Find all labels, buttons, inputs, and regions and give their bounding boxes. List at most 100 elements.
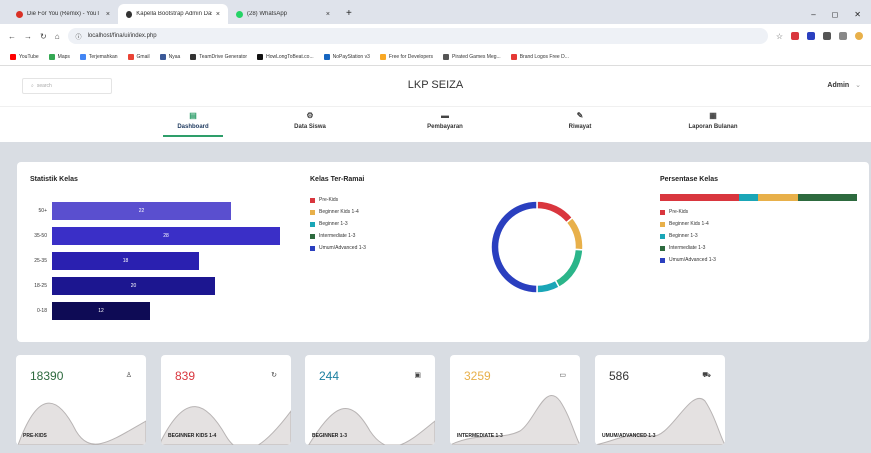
bookmark-item[interactable]: Pirated Games Meg... bbox=[443, 53, 501, 60]
url-field[interactable]: ⓘ localhost/fina/ui/index.php bbox=[67, 28, 768, 44]
wave-area bbox=[161, 406, 291, 445]
tab-data-siswa[interactable]: ⚙ Data Siswa bbox=[260, 111, 360, 130]
site-info-icon[interactable]: ⓘ bbox=[76, 32, 82, 41]
profile-avatar[interactable] bbox=[855, 32, 863, 40]
cart-icon: ⛟ bbox=[702, 372, 711, 379]
tab-favicon-icon bbox=[16, 10, 23, 18]
maximize-icon[interactable]: ◻ bbox=[832, 10, 839, 19]
bookmark-item[interactable]: Brand Logos Free D... bbox=[510, 53, 569, 60]
user-menu[interactable]: Admin ⌄ bbox=[827, 81, 861, 89]
bar-row: 18-25 20 bbox=[17, 277, 287, 295]
window-controls: – ◻ ✕ bbox=[811, 4, 871, 24]
percentage-segment bbox=[797, 194, 857, 201]
persentase-title: Persentase Kelas bbox=[660, 176, 718, 183]
report-icon: ▦ bbox=[709, 111, 717, 120]
back-icon[interactable]: ← bbox=[8, 32, 16, 41]
bookmark-item[interactable]: NoPayStation v3 bbox=[323, 53, 370, 60]
forward-icon[interactable]: → bbox=[24, 32, 32, 41]
extensions-bar: ☆ bbox=[776, 32, 863, 41]
tab-title: Kapella Bootstrap Admin Dashb bbox=[136, 11, 212, 17]
legend-swatch bbox=[310, 209, 315, 215]
bookmark-item[interactable]: TeamDrive Generator bbox=[190, 53, 247, 60]
tab-laporan-bulanan[interactable]: ▦ Laporan Bulanan bbox=[663, 111, 763, 130]
document-icon: ▣ bbox=[414, 372, 421, 379]
history-icon: ✎ bbox=[576, 111, 584, 120]
bookmark-label: Maps bbox=[57, 53, 70, 60]
bookmark-item[interactable]: Terjemahkan bbox=[79, 53, 118, 60]
stat-value: 244 bbox=[319, 369, 340, 383]
close-window-icon[interactable]: ✕ bbox=[854, 10, 861, 19]
legend-item: Pre-Kids bbox=[310, 194, 366, 206]
bar: 12 bbox=[52, 302, 150, 320]
bookmark-item[interactable]: Free for Developers bbox=[379, 53, 433, 60]
donut-slice bbox=[536, 279, 561, 294]
legend-swatch bbox=[310, 197, 315, 203]
bar-category-label: 25-35 bbox=[34, 258, 47, 264]
kelas-ramai-title: Kelas Ter-Ramai bbox=[310, 176, 365, 183]
wave-area bbox=[305, 408, 435, 445]
bar: 18 bbox=[52, 252, 199, 270]
bookmark-item[interactable]: Maps bbox=[48, 53, 70, 60]
browser-tab-strip: Die For You (Remix) - YouT × Kapella Boots… bbox=[0, 0, 871, 24]
bookmark-favicon-icon bbox=[510, 53, 517, 60]
stat-card: 839 ↻ BEGINNER KIDS 1-4 bbox=[161, 355, 291, 445]
user-name: Admin bbox=[827, 82, 850, 89]
statistics-card: Statistik Kelas 50+ 22 35-50 28 25-35 18 18-25… bbox=[17, 162, 869, 342]
reload-icon[interactable]: ↻ bbox=[40, 32, 47, 41]
browser-tab[interactable]: Kapella Bootstrap Admin Dashb × bbox=[118, 4, 228, 24]
bookmark-label: Nyaa bbox=[168, 53, 181, 60]
bar-chart: 50+ 22 35-50 28 25-35 18 18-25 20 0-18 12 bbox=[17, 202, 287, 332]
percentage-segment bbox=[660, 194, 739, 201]
bookmark-item[interactable]: YouTube bbox=[10, 53, 39, 60]
bookmark-favicon-icon bbox=[48, 53, 55, 60]
legend-label: Intermediate 1-3 bbox=[319, 233, 356, 239]
minimize-icon[interactable]: – bbox=[811, 10, 815, 19]
bar-row: 35-50 28 bbox=[17, 227, 287, 245]
bookmark-favicon-icon bbox=[127, 53, 134, 60]
nav-label: Data Siswa bbox=[294, 124, 326, 130]
percentage-segment bbox=[738, 194, 759, 201]
legend-label: Intermediate 1-3 bbox=[669, 245, 706, 251]
tab-title: Die For You (Remix) - YouT bbox=[27, 11, 101, 17]
close-tab-icon[interactable]: × bbox=[106, 11, 110, 18]
new-tab-button[interactable]: + bbox=[338, 4, 360, 24]
legend-item: Intermediate 1-3 bbox=[660, 242, 716, 254]
top-bar: ⌕ search LKP SEIZA Admin ⌄ bbox=[0, 66, 871, 106]
bookmark-item[interactable]: Gmail bbox=[127, 53, 150, 60]
kelas-ramai-legend: Pre-Kids Beginner Kids 1-4 Beginner 1-3 Int… bbox=[310, 194, 366, 254]
browser-tab[interactable]: Die For You (Remix) - YouT × bbox=[8, 4, 118, 24]
close-tab-icon[interactable]: × bbox=[216, 11, 220, 18]
bookmark-item[interactable]: Nyaa bbox=[159, 53, 181, 60]
dashboard-icon: ▤ bbox=[189, 111, 197, 120]
bookmark-star-icon[interactable]: ☆ bbox=[776, 32, 783, 41]
legend-label: Beginner Kids 1-4 bbox=[669, 221, 709, 227]
legend-label: Umum/Advanced 1-3 bbox=[319, 245, 366, 251]
tab-riwayat[interactable]: ✎ Riwayat bbox=[530, 111, 630, 130]
bookmark-item[interactable]: HowLongToBeat.co... bbox=[257, 53, 314, 60]
legend-item: Umum/Advanced 1-3 bbox=[310, 242, 366, 254]
close-tab-icon[interactable]: × bbox=[326, 11, 330, 18]
chevron-down-icon: ⌄ bbox=[855, 82, 861, 89]
bookmark-favicon-icon bbox=[10, 53, 16, 60]
browser-tab[interactable]: (28) WhatsApp × bbox=[228, 4, 338, 24]
extension-icon[interactable] bbox=[807, 32, 815, 40]
legend-swatch bbox=[660, 221, 665, 227]
bar: 22 bbox=[52, 202, 231, 220]
extension-icon[interactable] bbox=[791, 32, 799, 40]
tab-favicon-icon bbox=[236, 10, 243, 18]
legend-swatch bbox=[660, 209, 665, 215]
legend-swatch bbox=[660, 245, 665, 251]
legend-label: Pre-Kids bbox=[669, 209, 689, 215]
tab-dashboard[interactable]: ▤ Dashboard bbox=[143, 111, 243, 137]
extension-icon[interactable] bbox=[823, 32, 831, 40]
legend-label: Beginner 1-3 bbox=[319, 221, 348, 227]
nav-label: Dashboard bbox=[177, 124, 209, 130]
legend-label: Umum/Advanced 1-3 bbox=[669, 257, 716, 263]
legend-label: Beginner Kids 1-4 bbox=[319, 209, 359, 215]
statistik-title: Statistik Kelas bbox=[30, 176, 78, 183]
home-icon[interactable]: ⌂ bbox=[55, 32, 60, 41]
tab-pembayaran[interactable]: ▬ Pembayaran bbox=[395, 111, 495, 130]
bar-category-label: 35-50 bbox=[34, 233, 47, 239]
extension-icon[interactable] bbox=[839, 32, 847, 40]
brand-title: LKP SEIZA bbox=[407, 79, 464, 91]
